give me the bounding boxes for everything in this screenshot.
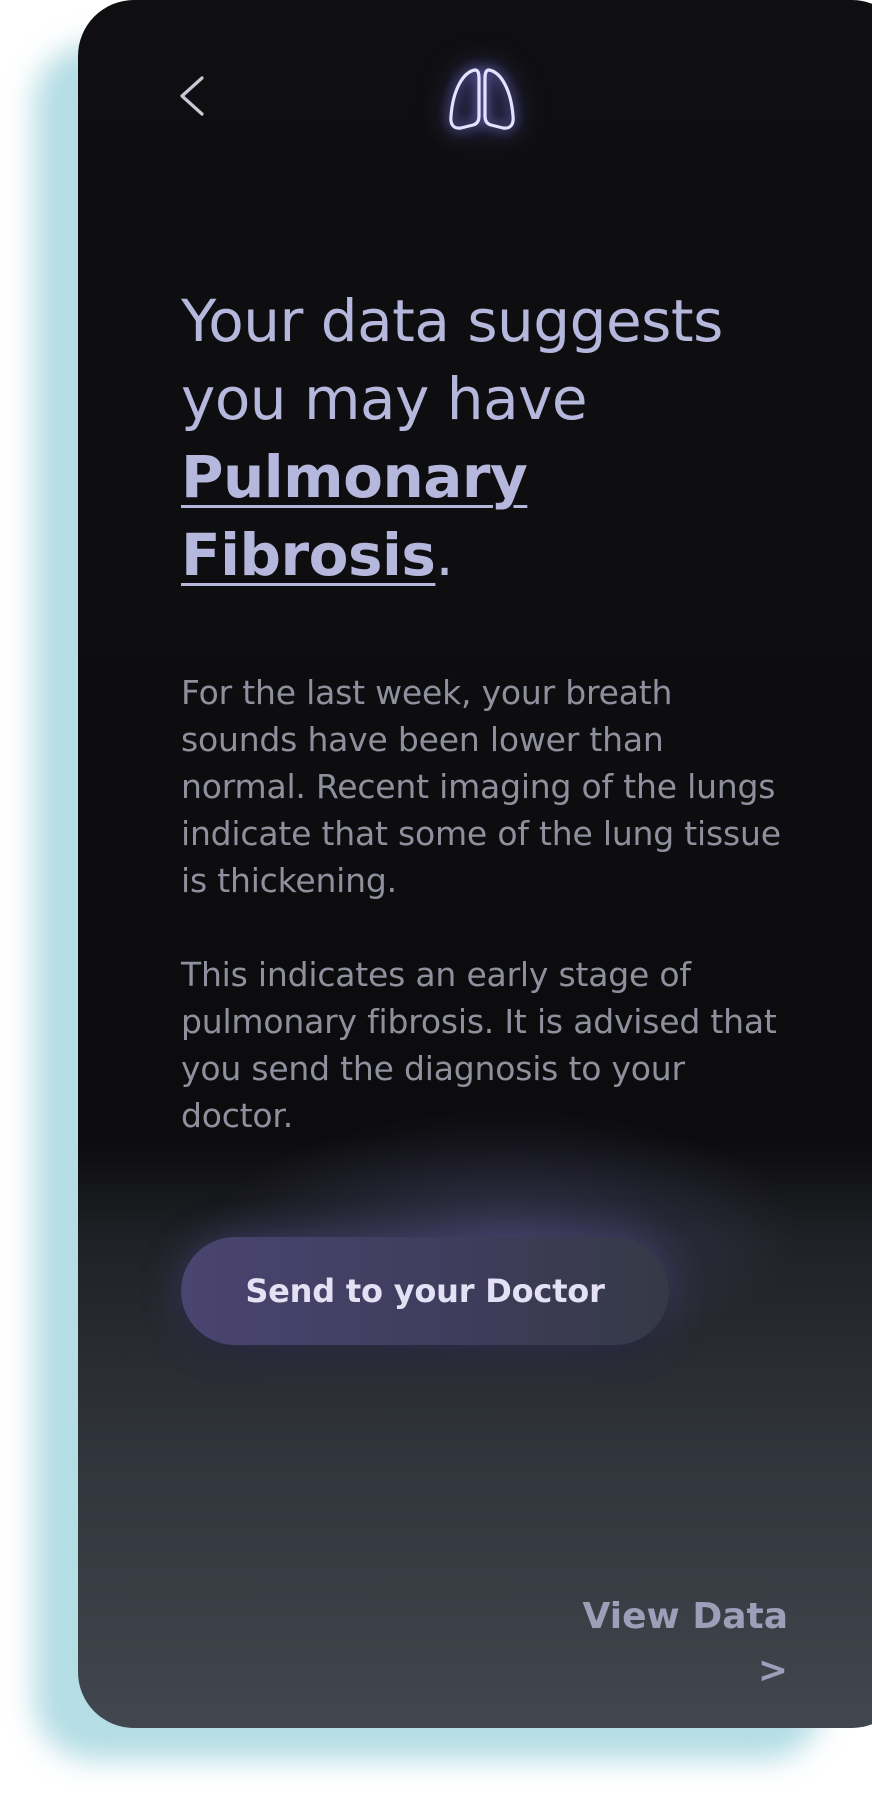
findings-paragraph: For the last week, your breath sounds ha… (181, 673, 781, 900)
headline-lead: Your data suggests you may have (181, 287, 723, 433)
headline-period: . (435, 521, 454, 589)
diagnosis-link[interactable]: Pulmonary Fibrosis (181, 443, 528, 589)
back-button[interactable] (170, 70, 216, 120)
advice-paragraph: This indicates an early stage of pulmona… (181, 955, 777, 1135)
lungs-icon (449, 68, 515, 130)
view-data-link[interactable]: View Data > (558, 1590, 788, 1691)
lungs-logo (441, 58, 523, 140)
phone-screen: Your data suggests you may have Pulmonar… (78, 0, 872, 1728)
chevron-left-icon (180, 76, 204, 116)
diagnosis-headline: Your data suggests you may have Pulmonar… (181, 282, 741, 594)
send-to-doctor-button[interactable]: Send to your Doctor (181, 1237, 669, 1345)
send-to-doctor-label: Send to your Doctor (245, 1272, 605, 1310)
screen: Your data suggests you may have Pulmonar… (0, 0, 872, 1803)
